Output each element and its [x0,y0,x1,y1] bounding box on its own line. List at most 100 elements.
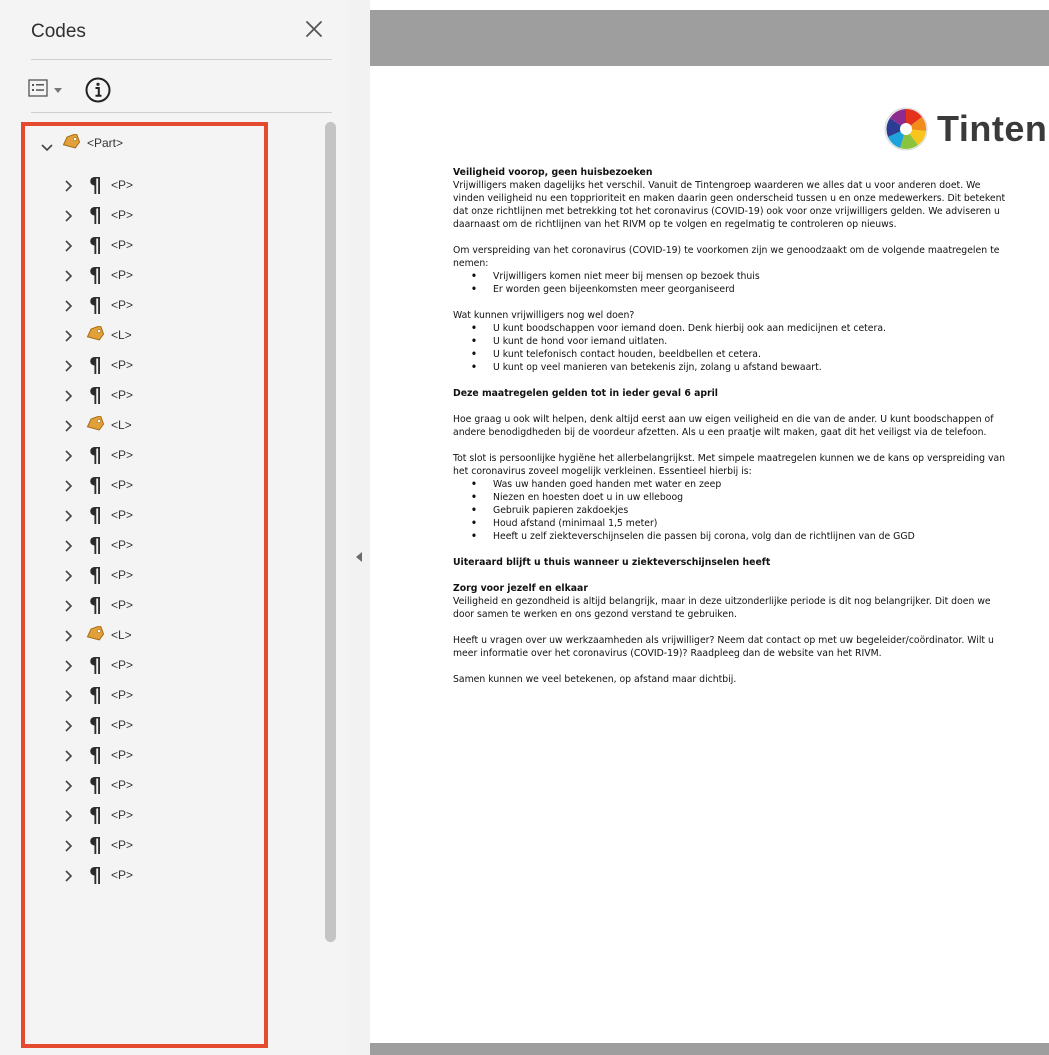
tag-tree-item[interactable]: <Part> [25,128,264,158]
logo-text: Tinten [937,108,1048,149]
paragraph-icon: ¶ [89,773,102,797]
tag-tree-item[interactable]: <L> [25,410,264,440]
bullet-item: U kunt de hond voor iemand uitlaten. [471,335,1013,348]
chevron-right-icon[interactable] [65,299,73,317]
chevron-right-icon[interactable] [65,419,73,437]
tag-tree-item[interactable]: <L> [25,320,264,350]
chevron-right-icon[interactable] [65,599,73,617]
scrollbar-thumb[interactable] [325,122,336,942]
tag-tree-item[interactable]: ¶ <P> [25,830,264,860]
bullet-item: Was uw handen goed handen met water en z… [471,478,1013,491]
bullet-item: U kunt telefonisch contact houden, beeld… [471,348,1013,361]
panel-title: Codes [31,21,86,42]
info-icon[interactable] [84,76,112,104]
paragraph-icon: ¶ [89,803,102,827]
tag-label: <P> [111,448,134,462]
tag-tree-item[interactable]: ¶ <P> [25,470,264,500]
tag-label: <P> [111,598,134,612]
tag-label: <P> [111,538,134,552]
bullet-item: Gebruik papieren zakdoekjes [471,504,1013,517]
tag-tree-item[interactable]: ¶ <P> [25,260,264,290]
document-content: Veiligheid voorop, geen huisbezoeken Vrij… [453,166,1013,699]
chevron-right-icon[interactable] [65,209,73,227]
tag-tree-item[interactable]: ¶ <P> [25,230,264,260]
chevron-right-icon[interactable] [65,719,73,737]
divider [31,112,332,113]
collapse-panel-icon[interactable] [356,549,363,567]
tag-tree-item[interactable]: ¶ <P> [25,380,264,410]
chevron-right-icon[interactable] [65,839,73,857]
chevron-right-icon[interactable] [65,479,73,497]
paragraph-icon: ¶ [89,683,102,707]
document-bullet-list: Vrijwilligers komen niet meer bij mensen… [453,270,1013,296]
tag-tree-item[interactable]: ¶ <P> [25,800,264,830]
paragraph-icon: ¶ [89,353,102,377]
chevron-down-icon[interactable] [41,139,53,157]
tag-label: <P> [111,748,134,762]
document-paragraph: Heeft u vragen over uw werkzaamheden als… [453,634,1013,660]
document-bottom-bar [370,1043,1049,1055]
paragraph-text: Tot slot is persoonlijke hygiëne het all… [453,453,1006,477]
chevron-right-icon[interactable] [65,269,73,287]
paragraph-icon: ¶ [89,593,102,617]
tag-tree-item[interactable]: ¶ <P> [25,710,264,740]
options-menu-button[interactable] [28,78,74,102]
document-paragraph: Veiligheid voorop, geen huisbezoeken Vrij… [453,166,1013,231]
paragraph-icon: ¶ [89,713,102,737]
tag-tree-item[interactable]: ¶ <P> [25,650,264,680]
tag-label: <L> [111,418,132,432]
paragraph-icon: ¶ [89,563,102,587]
document-heading: Zorg voor jezelf en elkaar [453,583,588,594]
bullet-item: Niezen en hoesten doet u in uw elleboog [471,491,1013,504]
document-paragraph: Zorg voor jezelf en elkaar Veiligheid en … [453,582,1013,621]
chevron-right-icon[interactable] [65,689,73,707]
tag-tree-item[interactable]: ¶ <P> [25,200,264,230]
chevron-right-icon[interactable] [65,389,73,407]
paragraph-icon: ¶ [89,383,102,407]
chevron-right-icon[interactable] [65,659,73,677]
paragraph-icon: ¶ [89,203,102,227]
paragraph-icon: ¶ [89,533,102,557]
tag-tree-item[interactable]: ¶ <P> [25,290,264,320]
tag-tree-item[interactable]: ¶ <P> [25,740,264,770]
paragraph-icon: ¶ [89,443,102,467]
tag-label: <P> [111,178,134,192]
bullet-item: U kunt op veel manieren van betekenis zi… [471,361,1013,374]
chevron-right-icon[interactable] [65,569,73,587]
list-options-icon [28,78,48,102]
bullet-item: Er worden geen bijeenkomsten meer georga… [471,283,1013,296]
tag-tree-item[interactable]: ¶ <P> [25,560,264,590]
tag-tree-item[interactable]: ¶ <P> [25,500,264,530]
chevron-right-icon[interactable] [65,239,73,257]
tag-tree-item[interactable]: ¶ <P> [25,680,264,710]
tag-icon [61,132,81,155]
tag-label: <P> [111,388,134,402]
tag-tree-item[interactable]: ¶ <P> [25,770,264,800]
chevron-right-icon[interactable] [65,749,73,767]
panel-splitter[interactable] [348,0,370,1055]
chevron-right-icon[interactable] [65,809,73,827]
chevron-right-icon[interactable] [65,539,73,557]
chevron-right-icon[interactable] [65,509,73,527]
chevron-right-icon[interactable] [65,359,73,377]
document-page: Tinten Veiligheid voorop, geen huisbezoe… [370,66,1049,1043]
tag-tree-item[interactable]: ¶ <P> [25,530,264,560]
chevron-right-icon[interactable] [65,179,73,197]
chevron-right-icon[interactable] [65,629,73,647]
tag-tree-item[interactable]: <L> [25,620,264,650]
paragraph-icon: ¶ [89,293,102,317]
chevron-right-icon[interactable] [65,329,73,347]
tag-label: <P> [111,508,134,522]
close-icon[interactable] [301,16,327,42]
tag-tree-item[interactable]: ¶ <P> [25,170,264,200]
tag-label: <P> [111,568,134,582]
chevron-right-icon[interactable] [65,449,73,467]
tag-tree-item[interactable]: ¶ <P> [25,860,264,890]
chevron-right-icon[interactable] [65,779,73,797]
tag-label: <P> [111,268,134,282]
tag-tree-item[interactable]: ¶ <P> [25,350,264,380]
chevron-right-icon[interactable] [65,869,73,887]
tag-tree-item[interactable]: ¶ <P> [25,440,264,470]
document-bullet-list: U kunt boodschappen voor iemand doen. De… [453,322,1013,374]
tag-tree-item[interactable]: ¶ <P> [25,590,264,620]
